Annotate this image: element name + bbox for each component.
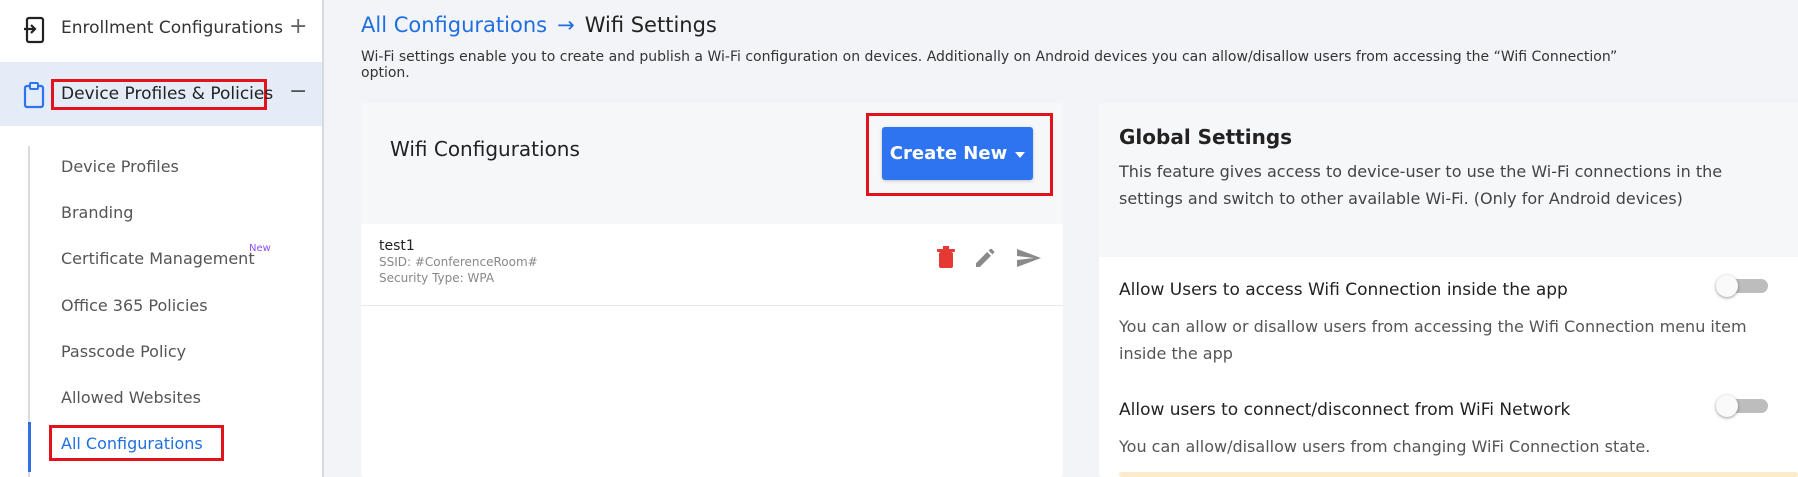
sidebar-subitem-branding[interactable]: Branding: [61, 203, 133, 222]
send-icon[interactable]: [1016, 246, 1042, 270]
breadcrumb: All Configurations → Wifi Settings: [361, 13, 717, 37]
list-item[interactable]: test1 SSID: #ConferenceRoom# Security Ty…: [361, 224, 1063, 306]
clipboard-icon: [23, 82, 45, 109]
wifi-ssid: SSID: #ConferenceRoom#: [379, 255, 538, 269]
subnav-active-indicator: [28, 422, 31, 472]
caret-down-icon: [1015, 151, 1026, 158]
sidebar-subitem-passcode-policy[interactable]: Passcode Policy: [61, 342, 186, 361]
phone-enroll-icon: [24, 16, 45, 44]
global-settings-title: Global Settings: [1119, 125, 1293, 149]
page-title: Wifi Settings: [584, 13, 717, 37]
edit-pencil-icon[interactable]: [973, 246, 997, 270]
wifi-configurations-card: Wifi Configurations Create New test1 SSI…: [361, 103, 1063, 477]
sidebar-subitem-office-365-policies[interactable]: Office 365 Policies: [61, 296, 208, 315]
sidebar-subitem-certificate-management[interactable]: Certificate Management: [61, 249, 255, 268]
create-new-label: Create New: [889, 143, 1008, 164]
setting-title: Allow Users to access Wifi Connection in…: [1119, 280, 1568, 300]
new-badge: New: [249, 243, 271, 254]
toggle-knob: [1716, 395, 1738, 417]
page-description: Wi-Fi settings enable you to create and …: [361, 49, 1618, 81]
toggle-knob: [1716, 275, 1738, 297]
setting-description: You can allow/disallow users from changi…: [1119, 437, 1651, 456]
collapse-minus-icon[interactable]: −: [289, 79, 307, 104]
toggle-switch[interactable]: [1716, 275, 1768, 297]
sidebar-subitem-device-profiles[interactable]: Device Profiles: [61, 157, 179, 176]
card-title: Wifi Configurations: [390, 137, 580, 161]
card-header: Global Settings This feature gives acces…: [1099, 103, 1798, 257]
warning-banner: [1119, 472, 1798, 477]
breadcrumb-parent-link[interactable]: All Configurations: [361, 13, 547, 37]
sidebar-item-label: Enrollment Configurations: [61, 18, 283, 38]
delete-icon[interactable]: [935, 246, 957, 270]
sidebar-item-label: Device Profiles & Policies: [61, 84, 274, 104]
sidebar-subitem-allowed-websites[interactable]: Allowed Websites: [61, 388, 201, 407]
arrow-right-icon: →: [557, 13, 575, 37]
create-new-button[interactable]: Create New: [882, 127, 1033, 180]
sidebar: Enrollment Configurations + − Device Pro…: [0, 0, 324, 477]
setting-description: You can allow or disallow users from acc…: [1119, 317, 1747, 363]
sidebar-subitem-all-configurations[interactable]: All Configurations: [61, 434, 203, 453]
setting-title: Allow users to connect/disconnect from W…: [1119, 400, 1571, 420]
card-header: Wifi Configurations Create New: [361, 103, 1063, 224]
wifi-security-type: Security Type: WPA: [379, 271, 495, 285]
expand-plus-icon[interactable]: +: [289, 14, 307, 39]
toggle-switch[interactable]: [1716, 395, 1768, 417]
global-settings-description: This feature gives access to device-user…: [1119, 162, 1723, 208]
sidebar-item-enrollment-configurations[interactable]: Enrollment Configurations +: [0, 0, 322, 60]
global-settings-card: Global Settings This feature gives acces…: [1099, 103, 1798, 477]
wifi-name: test1: [379, 238, 415, 254]
